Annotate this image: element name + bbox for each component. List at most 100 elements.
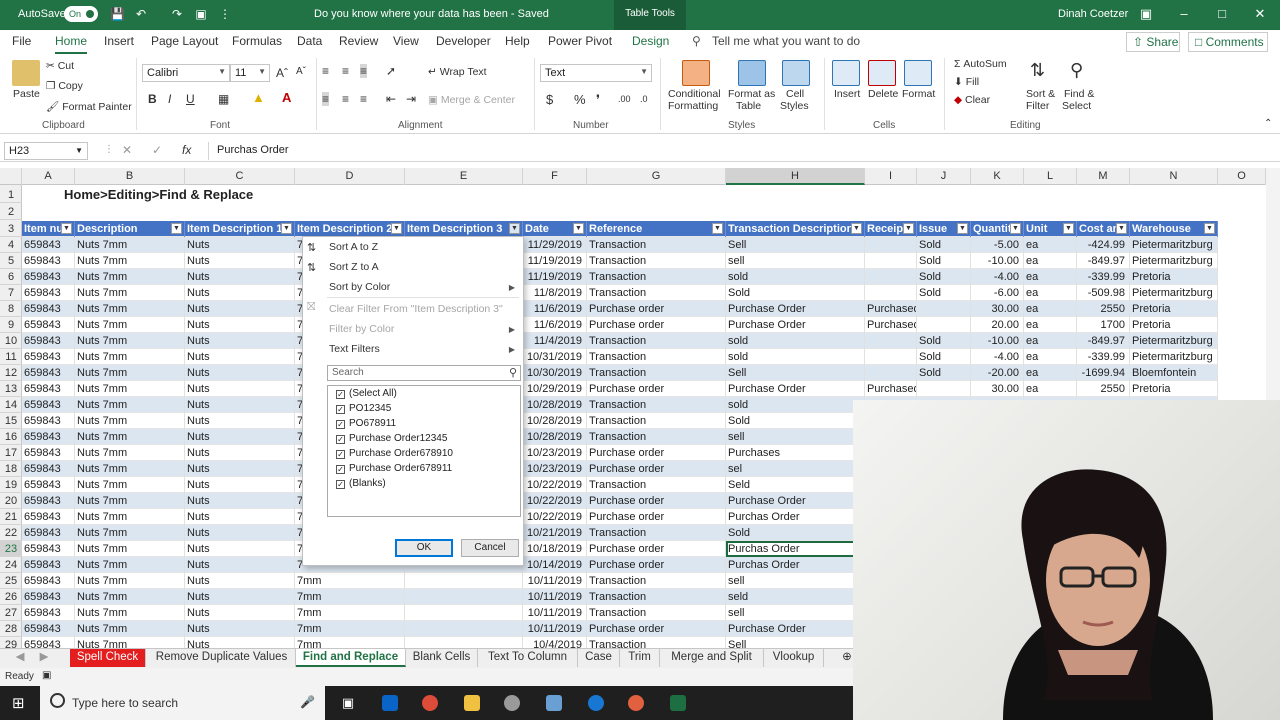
sheet-tab-find-and-replace[interactable]: Find and Replace <box>296 649 406 667</box>
cell-transaction-description[interactable]: Sell <box>726 365 865 381</box>
cell-date[interactable]: 10/11/2019 <box>523 621 587 637</box>
cell-item-number[interactable]: 659843 <box>22 557 75 573</box>
column-header-a[interactable]: A <box>22 168 75 185</box>
cell-item-description-1[interactable]: Nuts <box>185 541 295 557</box>
conditional-formatting-button[interactable]: Conditional <box>668 88 721 100</box>
tell-me-input[interactable]: Tell me what you want to do <box>712 34 860 48</box>
sheet-tab-text-to-column[interactable]: Text To Column <box>478 649 578 667</box>
cell-item-description-1[interactable]: Nuts <box>185 525 295 541</box>
cell-item-description-1[interactable]: Nuts <box>185 237 295 253</box>
edge-icon[interactable] <box>588 695 604 711</box>
undo-icon[interactable]: ↶ <box>134 7 148 21</box>
cell-item-number[interactable]: 659843 <box>22 397 75 413</box>
cell-item-number[interactable]: 659843 <box>22 349 75 365</box>
column-header-c[interactable]: C <box>185 168 295 185</box>
cell-cost[interactable]: -339.99 <box>1077 349 1130 365</box>
insert-cells-icon[interactable] <box>832 60 860 86</box>
cell-reference[interactable]: Transaction <box>587 589 726 605</box>
increase-decimal-icon[interactable]: .00 <box>618 94 631 104</box>
paste-icon[interactable] <box>12 60 40 86</box>
format-as-table-button[interactable]: Format as <box>728 88 775 100</box>
sort-a-to-z-option[interactable]: Sort A to Z <box>329 241 378 253</box>
cell-date[interactable]: 10/30/2019 <box>523 365 587 381</box>
row-header[interactable]: 12 <box>0 365 22 381</box>
cell-date[interactable]: 11/19/2019 <box>523 269 587 285</box>
fill-button[interactable]: ⬇ Fill <box>954 76 979 88</box>
cell-transaction-description[interactable]: sell <box>726 605 865 621</box>
cell-transaction-description[interactable]: Purchase Order <box>726 621 865 637</box>
cell-item-description-1[interactable]: Nuts <box>185 285 295 301</box>
maximize-icon[interactable]: □ <box>1212 6 1232 21</box>
sort-filter-button[interactable]: Sort & <box>1026 88 1055 100</box>
cell-item-number[interactable]: 659843 <box>22 525 75 541</box>
format-cells-button[interactable]: Format <box>902 88 935 100</box>
document-title[interactable]: Do you know where your data has been - S… <box>314 8 549 20</box>
cell-issue[interactable] <box>917 317 971 333</box>
header-date[interactable]: Date ▼ <box>523 221 587 237</box>
cell-cost[interactable]: 2550 <box>1077 301 1130 317</box>
row-header[interactable]: 18 <box>0 461 22 477</box>
cell-receipt[interactable]: Purchased <box>865 381 917 397</box>
filter-dropdown-icon[interactable]: ▼ <box>171 223 182 234</box>
cell-date[interactable]: 10/31/2019 <box>523 349 587 365</box>
cut-button[interactable]: ✂ Cut <box>46 60 74 72</box>
cell-description[interactable]: Nuts 7mm <box>75 381 185 397</box>
cell-date[interactable]: 10/23/2019 <box>523 461 587 477</box>
row-header[interactable]: 15 <box>0 413 22 429</box>
tab-view[interactable]: View <box>393 34 419 48</box>
cell-item-number[interactable]: 659843 <box>22 541 75 557</box>
cell-item-description-1[interactable]: Nuts <box>185 445 295 461</box>
header-description[interactable]: Description ▼ <box>75 221 185 237</box>
cell-description[interactable]: Nuts 7mm <box>75 301 185 317</box>
cell-date[interactable]: 11/29/2019 <box>523 237 587 253</box>
cell-quantity[interactable]: -6.00 <box>971 285 1024 301</box>
file-explorer-icon[interactable] <box>464 695 480 711</box>
tab-data[interactable]: Data <box>297 34 322 48</box>
cell-item-description-1[interactable]: Nuts <box>185 589 295 605</box>
filter-search-input[interactable]: Search ⚲ <box>327 365 521 381</box>
decrease-indent-icon[interactable]: ⇤ <box>386 92 396 106</box>
app-icon[interactable] <box>546 695 562 711</box>
tab-page-layout[interactable]: Page Layout <box>151 34 218 48</box>
copy-button[interactable]: ❐ Copy <box>46 80 83 92</box>
tab-formulas[interactable]: Formulas <box>232 34 282 48</box>
filter-dropdown-icon[interactable]: ▼ <box>1204 223 1215 234</box>
cell-item-description-1[interactable]: Nuts <box>185 397 295 413</box>
cell-warehouse[interactable]: Pietermaritzburg <box>1130 237 1218 253</box>
filter-dropdown-icon[interactable]: ▼ <box>1063 223 1074 234</box>
cell-date[interactable]: 10/11/2019 <box>523 573 587 589</box>
cell-item-number[interactable]: 659843 <box>22 333 75 349</box>
header-reference[interactable]: Reference ▼ <box>587 221 726 237</box>
task-view-icon[interactable]: ▣ <box>340 695 356 711</box>
comma-icon[interactable]: ❜ <box>596 92 600 108</box>
cell-item-description-1[interactable]: Nuts <box>185 317 295 333</box>
cell-item-description-1[interactable]: Nuts <box>185 413 295 429</box>
sheet-tab-trim[interactable]: Trim <box>620 649 660 667</box>
cell-date[interactable]: 10/28/2019 <box>523 413 587 429</box>
cell-description[interactable]: Nuts 7mm <box>75 333 185 349</box>
column-header-g[interactable]: G <box>587 168 726 185</box>
cell-unit[interactable]: ea <box>1024 317 1077 333</box>
row-header[interactable]: 7 <box>0 285 22 301</box>
cell-reference[interactable]: Purchase order <box>587 301 726 317</box>
cell-issue[interactable]: Sold <box>917 269 971 285</box>
borders-icon[interactable]: ▦ <box>218 92 229 106</box>
row-header[interactable]: 24 <box>0 557 22 573</box>
outlook-icon[interactable] <box>382 695 398 711</box>
cell-quantity[interactable]: -4.00 <box>971 349 1024 365</box>
cell-reference[interactable]: Transaction <box>587 397 726 413</box>
cell-transaction-description[interactable]: Sell <box>726 237 865 253</box>
cell-cost[interactable]: 2550 <box>1077 381 1130 397</box>
cell-quantity[interactable]: 30.00 <box>971 381 1024 397</box>
cell-item-description-1[interactable]: Nuts <box>185 509 295 525</box>
row-header[interactable]: 26 <box>0 589 22 605</box>
column-header-n[interactable]: N <box>1130 168 1218 185</box>
row-header[interactable]: 14 <box>0 397 22 413</box>
cell-quantity[interactable]: -10.00 <box>971 333 1024 349</box>
filter-option-blanks[interactable]: ✓ (Blanks) <box>336 478 386 489</box>
cell-receipt[interactable] <box>865 365 917 381</box>
windows-start-icon[interactable]: ⊞ <box>12 694 25 712</box>
cell-reference[interactable]: Transaction <box>587 477 726 493</box>
cell-description[interactable]: Nuts 7mm <box>75 525 185 541</box>
cell-quantity[interactable]: -20.00 <box>971 365 1024 381</box>
